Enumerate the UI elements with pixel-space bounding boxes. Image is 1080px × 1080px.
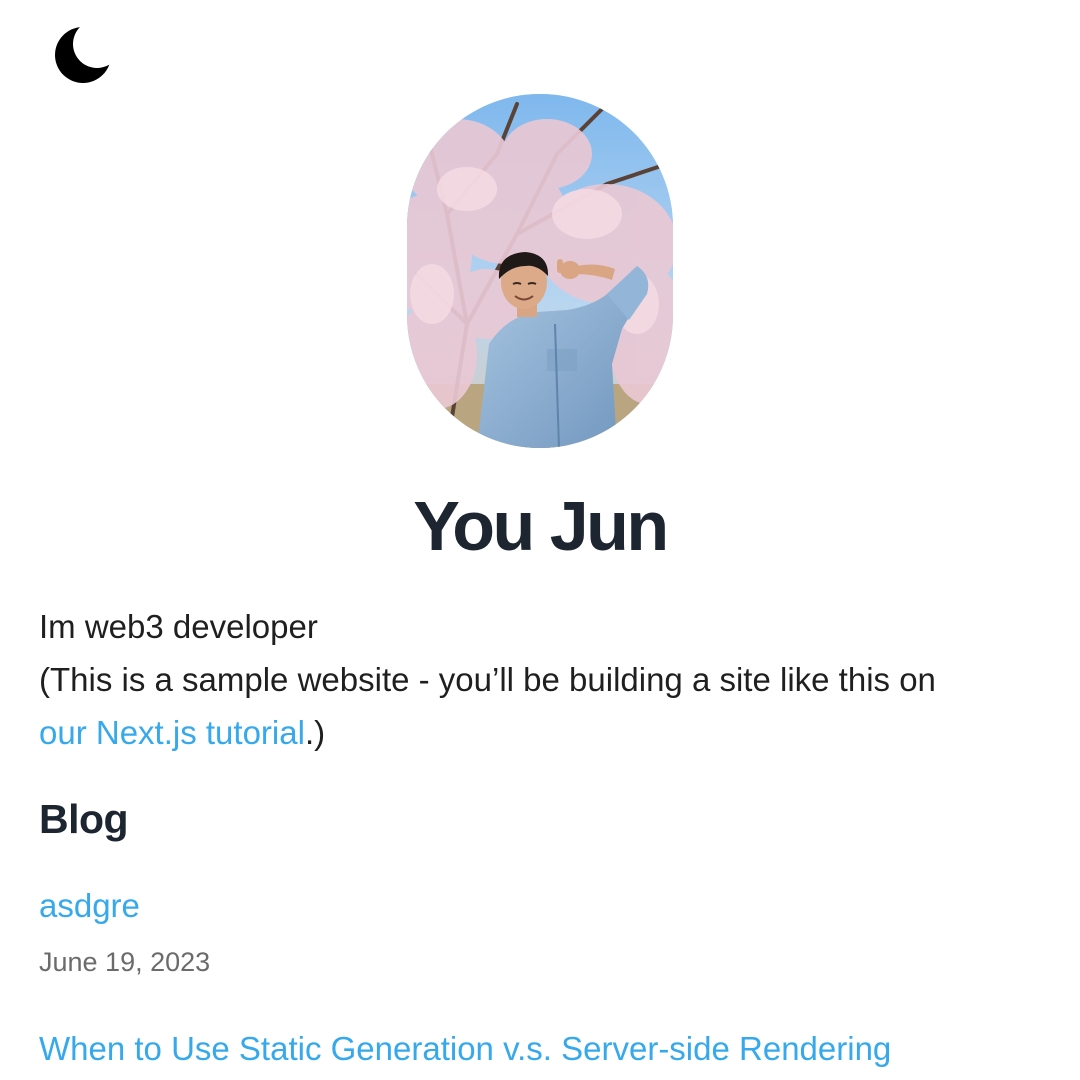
blog-post-date: June 19, 2023 bbox=[39, 947, 211, 977]
intro-line-3: our Next.js tutorial.) bbox=[39, 706, 1049, 759]
blog-post-link[interactable]: asdgre bbox=[39, 884, 140, 928]
nextjs-tutorial-link[interactable]: our Next.js tutorial bbox=[39, 714, 305, 751]
profile-name: You Jun bbox=[413, 487, 669, 565]
blog-post-link[interactable]: When to Use Static Generation v.s. Serve… bbox=[39, 1027, 891, 1071]
intro-text: Im web3 developer (This is a sample webs… bbox=[39, 600, 1049, 759]
intro-line-2: (This is a sample website - you’ll be bu… bbox=[39, 661, 936, 698]
intro-trailing: .) bbox=[304, 714, 326, 751]
profile-avatar bbox=[407, 94, 673, 448]
intro-line-1: Im web3 developer bbox=[39, 608, 318, 645]
moon-icon[interactable] bbox=[50, 22, 116, 88]
blog-heading: Blog bbox=[39, 796, 129, 842]
